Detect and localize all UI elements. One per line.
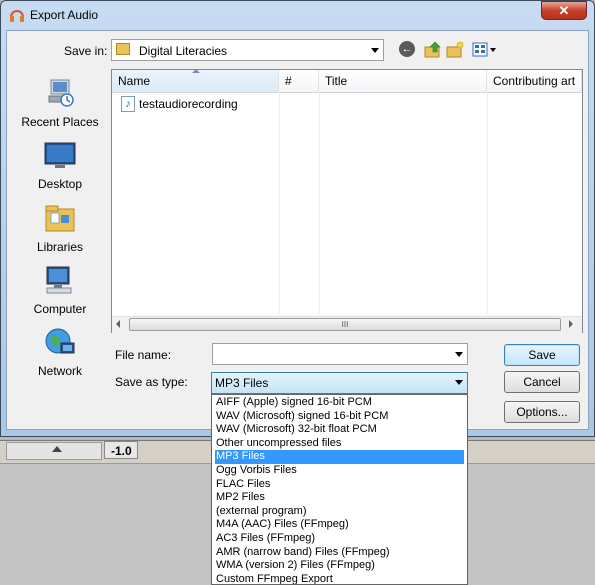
save-in-value: Digital Literacies bbox=[139, 44, 228, 58]
back-button[interactable]: ← bbox=[399, 41, 415, 57]
folder-icon bbox=[116, 43, 130, 55]
file-type-option[interactable]: WMA (version 2) Files (FFmpeg) bbox=[215, 559, 464, 573]
file-type-option[interactable]: AIFF (Apple) signed 16-bit PCM bbox=[215, 396, 464, 410]
headphones-icon bbox=[10, 10, 24, 22]
file-type-option[interactable]: Ogg Vorbis Files bbox=[215, 464, 464, 478]
place-desktop[interactable]: Desktop bbox=[12, 140, 108, 191]
place-label: Desktop bbox=[37, 177, 83, 191]
column-header-title[interactable]: Title bbox=[319, 70, 487, 92]
save-as-type-label: Save as type: bbox=[115, 375, 188, 389]
libraries-icon bbox=[45, 205, 75, 232]
options-button[interactable]: Options... bbox=[504, 401, 580, 423]
save-button[interactable]: Save bbox=[504, 344, 580, 366]
computer-icon bbox=[46, 266, 72, 294]
recent-places-icon bbox=[48, 79, 74, 107]
column-divider bbox=[487, 92, 488, 314]
scroll-left-icon[interactable] bbox=[116, 320, 120, 328]
chevron-down-icon[interactable] bbox=[455, 352, 463, 357]
dialog-title: Export Audio bbox=[30, 8, 99, 22]
place-libraries[interactable]: Libraries bbox=[12, 203, 108, 254]
up-folder-button[interactable] bbox=[424, 41, 442, 59]
ruler-value: -1.0 bbox=[104, 441, 138, 459]
column-divider bbox=[319, 92, 320, 314]
file-type-option[interactable]: Custom FFmpeg Export bbox=[215, 573, 464, 584]
file-type-option[interactable]: WAV (Microsoft) 32-bit float PCM bbox=[215, 423, 464, 437]
new-folder-button[interactable] bbox=[446, 41, 464, 59]
place-label: Network bbox=[37, 364, 82, 378]
save-as-type-options-list: AIFF (Apple) signed 16-bit PCM WAV (Micr… bbox=[211, 394, 468, 585]
place-network[interactable]: Network bbox=[12, 327, 108, 378]
place-label: Libraries bbox=[36, 240, 84, 254]
sort-ascending-icon bbox=[192, 69, 200, 73]
close-button[interactable]: ✕ bbox=[541, 1, 587, 20]
audio-file-icon: ♪ bbox=[121, 96, 135, 112]
file-item-name[interactable]: testaudiorecording bbox=[139, 97, 238, 111]
file-type-option[interactable]: AMR (narrow band) Files (FFmpeg) bbox=[215, 546, 464, 560]
chevron-down-icon bbox=[455, 380, 463, 385]
file-type-option[interactable]: FLAC Files bbox=[215, 478, 464, 492]
save-in-label: Save in: bbox=[64, 44, 108, 58]
column-header-name[interactable]: Name bbox=[112, 70, 279, 92]
file-type-option[interactable]: WAV (Microsoft) signed 16-bit PCM bbox=[215, 410, 464, 424]
file-type-option[interactable]: MP2 Files bbox=[215, 491, 464, 505]
file-type-option[interactable]: M4A (AAC) Files (FFmpeg) bbox=[215, 518, 464, 532]
cancel-button[interactable]: Cancel bbox=[504, 371, 580, 393]
network-icon bbox=[45, 328, 75, 354]
file-name-input[interactable] bbox=[212, 343, 468, 365]
file-name-label: File name: bbox=[115, 348, 172, 362]
view-menu-button[interactable] bbox=[472, 41, 498, 59]
place-computer[interactable]: Computer bbox=[12, 265, 108, 316]
file-list-header: Name # Title Contributing art bbox=[112, 70, 582, 93]
scrollbar-thumb[interactable]: III bbox=[129, 318, 561, 331]
file-type-option[interactable]: (external program) bbox=[215, 505, 464, 519]
save-as-type-value: MP3 Files bbox=[215, 376, 269, 390]
column-divider bbox=[279, 92, 280, 314]
chevron-down-icon bbox=[371, 48, 379, 53]
desktop-icon bbox=[44, 142, 76, 168]
place-label: Recent Places bbox=[21, 115, 99, 129]
place-label: Computer bbox=[33, 302, 87, 316]
file-type-option-selected[interactable]: MP3 Files bbox=[215, 450, 464, 464]
up-arrow-icon bbox=[52, 446, 62, 452]
column-header-number[interactable]: # bbox=[279, 70, 319, 92]
file-type-option[interactable]: Other uncompressed files bbox=[215, 437, 464, 451]
place-recent-places[interactable]: Recent Places bbox=[12, 78, 108, 129]
scroll-right-icon[interactable] bbox=[569, 320, 573, 328]
column-header-contributing-artist[interactable]: Contributing art bbox=[487, 70, 582, 92]
file-type-option[interactable]: AC3 Files (FFmpeg) bbox=[215, 532, 464, 546]
